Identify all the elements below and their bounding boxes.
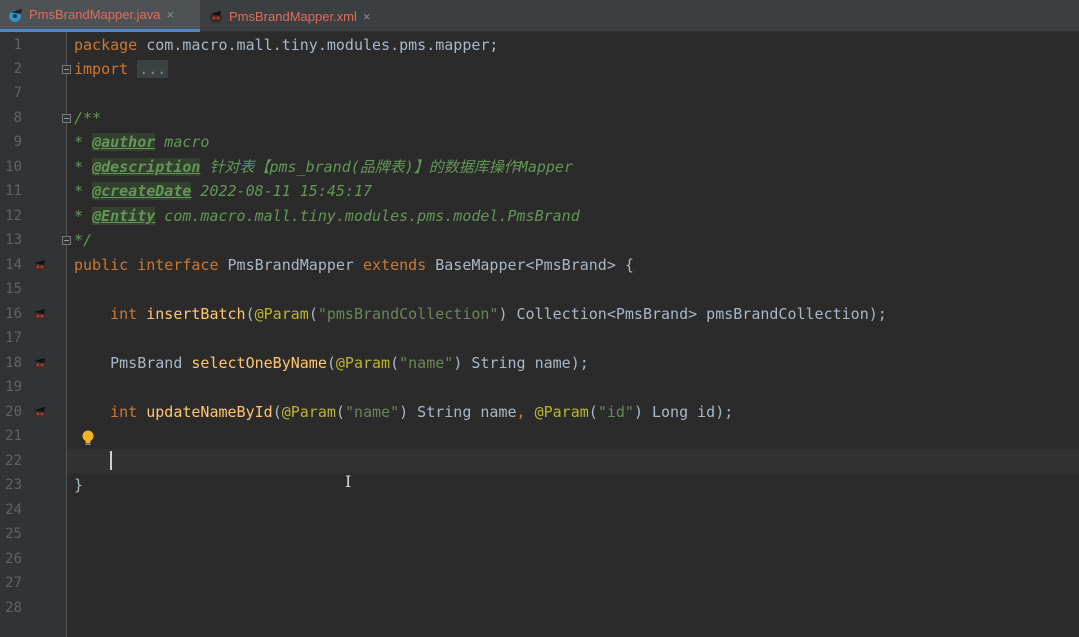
doc-text: 2022-08-11 15:45:17 bbox=[191, 182, 372, 200]
mybatis-implemented-icon[interactable] bbox=[32, 405, 48, 419]
javadoc-tag: @author bbox=[92, 133, 155, 151]
tab-pmsbrandmapper-java[interactable]: PmsBrandMapper.java × bbox=[0, 0, 200, 32]
return-type: int bbox=[110, 305, 137, 323]
tab-label: PmsBrandMapper.xml bbox=[229, 9, 357, 24]
doc-prefix: * bbox=[74, 133, 92, 151]
mybatis-implemented-icon[interactable] bbox=[32, 356, 48, 370]
doc-prefix: * bbox=[74, 207, 92, 225]
line-number: 8 bbox=[0, 106, 22, 130]
package-name: com.macro.mall.tiny.modules.pms.mapper; bbox=[137, 36, 498, 54]
string-literal: "pmsBrandCollection" bbox=[318, 305, 499, 323]
keyword: interface bbox=[137, 256, 218, 274]
java-interface-file-icon bbox=[8, 7, 24, 23]
line-number: 7 bbox=[0, 81, 22, 105]
params: ) Collection<PmsBrand> pmsBrandCollectio… bbox=[498, 305, 886, 323]
line-number: 14 bbox=[0, 253, 22, 277]
annotation: @Param bbox=[282, 403, 336, 421]
mybatis-implemented-icon[interactable] bbox=[32, 307, 48, 321]
line-number: 17 bbox=[0, 326, 22, 350]
code-line: package com.macro.mall.tiny.modules.pms.… bbox=[74, 33, 498, 57]
code-line: /** bbox=[74, 106, 101, 130]
annotation: @Param bbox=[255, 305, 309, 323]
line-number: 23 bbox=[0, 473, 22, 497]
annotation: @Param bbox=[336, 354, 390, 372]
code-line: PmsBrand selectOneByName(@Param("name") … bbox=[74, 351, 589, 375]
doc-prefix: * bbox=[74, 182, 92, 200]
gutter[interactable]: 1 2 7 8 9 10 11 12 13 14 15 16 17 18 19 … bbox=[0, 32, 67, 637]
code-line: int insertBatch(@Param("pmsBrandCollecti… bbox=[74, 302, 887, 326]
tab-label: PmsBrandMapper.java bbox=[29, 7, 161, 22]
line-number: 21 bbox=[0, 424, 22, 448]
line-number: 11 bbox=[0, 179, 22, 203]
line-number: 22 bbox=[0, 449, 22, 473]
line-number: 9 bbox=[0, 130, 22, 154]
keyword: public bbox=[74, 256, 128, 274]
javadoc-tag: @Entity bbox=[92, 207, 155, 225]
return-type: int bbox=[110, 403, 137, 421]
keyword: package bbox=[74, 36, 137, 54]
line-number: 26 bbox=[0, 547, 22, 571]
method-name: insertBatch bbox=[146, 305, 245, 323]
tab-pmsbrandmapper-xml[interactable]: PmsBrandMapper.xml × bbox=[200, 0, 400, 32]
line-number: 20 bbox=[0, 400, 22, 424]
text-caret bbox=[110, 451, 112, 470]
doc-text: com.macro.mall.tiny.modules.pms.model.Pm… bbox=[155, 207, 579, 225]
code-line: int updateNameById(@Param("name") String… bbox=[74, 400, 733, 424]
editor-tab-bar: PmsBrandMapper.java × PmsBrandMapper.xml… bbox=[0, 0, 1079, 32]
method-name: selectOneByName bbox=[191, 354, 326, 372]
annotation: @Param bbox=[535, 403, 589, 421]
string-literal: "name" bbox=[345, 403, 399, 421]
ibeam-cursor-icon: I bbox=[345, 472, 351, 491]
doc-text: 针对表【pms_brand(品牌表)】的数据库操作Mapper bbox=[200, 158, 573, 176]
folded-imports[interactable]: ... bbox=[137, 60, 168, 78]
line-number: 10 bbox=[0, 155, 22, 179]
mybatis-implemented-icon[interactable] bbox=[32, 258, 48, 272]
line-number: 13 bbox=[0, 228, 22, 252]
interface-name: PmsBrandMapper bbox=[228, 256, 354, 274]
code-line: import ... bbox=[74, 57, 168, 81]
line-number: 2 bbox=[0, 57, 22, 81]
superinterface: BaseMapper<PmsBrand> { bbox=[435, 256, 634, 274]
comma: , bbox=[517, 403, 526, 421]
code-area[interactable]: package com.macro.mall.tiny.modules.pms.… bbox=[68, 32, 1079, 637]
line-number: 25 bbox=[0, 522, 22, 546]
line-number: 24 bbox=[0, 498, 22, 522]
code-line: } bbox=[74, 473, 83, 497]
code-line: public interface PmsBrandMapper extends … bbox=[74, 253, 634, 277]
mybatis-xml-file-icon bbox=[208, 8, 224, 24]
code-line: * @Entity com.macro.mall.tiny.modules.pm… bbox=[74, 204, 580, 228]
params: ) String name); bbox=[453, 354, 588, 372]
code-line: * @description 针对表【pms_brand(品牌表)】的数据库操作… bbox=[74, 155, 573, 179]
string-literal: "name" bbox=[399, 354, 453, 372]
line-number: 16 bbox=[0, 302, 22, 326]
keyword: import bbox=[74, 60, 128, 78]
params: ) Long id); bbox=[634, 403, 733, 421]
line-number: 28 bbox=[0, 596, 22, 620]
javadoc-tag: @description bbox=[92, 158, 200, 176]
line-number: 1 bbox=[0, 33, 22, 57]
params: ) String name bbox=[399, 403, 516, 421]
line-number: 19 bbox=[0, 375, 22, 399]
tab-close-icon[interactable]: × bbox=[167, 7, 175, 22]
return-type: PmsBrand bbox=[110, 354, 182, 372]
code-editor[interactable]: 1 2 7 8 9 10 11 12 13 14 15 16 17 18 19 … bbox=[0, 32, 1079, 637]
doc-text: macro bbox=[155, 133, 209, 151]
method-name: updateNameById bbox=[146, 403, 272, 421]
doc-prefix: * bbox=[74, 158, 92, 176]
line-number: 18 bbox=[0, 351, 22, 375]
javadoc-tag: @createDate bbox=[92, 182, 191, 200]
code-line: * @createDate 2022-08-11 15:45:17 bbox=[74, 179, 372, 203]
code-line: * @author macro bbox=[74, 130, 209, 154]
tab-close-icon[interactable]: × bbox=[363, 9, 371, 24]
keyword: extends bbox=[363, 256, 426, 274]
string-literal: "id" bbox=[598, 403, 634, 421]
line-number: 27 bbox=[0, 571, 22, 595]
line-number: 12 bbox=[0, 204, 22, 228]
code-line: */ bbox=[74, 228, 92, 252]
line-number: 15 bbox=[0, 277, 22, 301]
